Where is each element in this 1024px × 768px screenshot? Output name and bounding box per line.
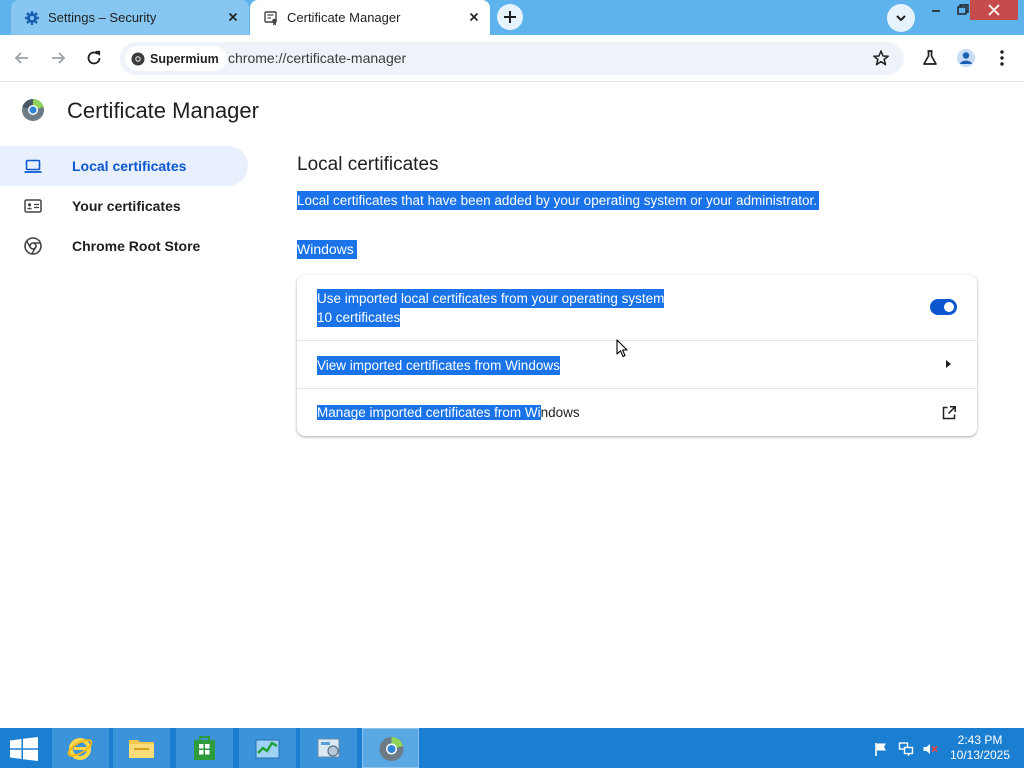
- open-external-icon[interactable]: [941, 405, 957, 421]
- row-label: Use imported local certificates from you…: [317, 289, 665, 308]
- sidebar-item-label: Your certificates: [72, 198, 181, 214]
- task-manager-icon: [255, 739, 280, 759]
- profile-avatar-icon[interactable]: [956, 48, 976, 68]
- internet-explorer-icon: [67, 738, 93, 760]
- gear-icon: [25, 11, 39, 25]
- tab-title: Certificate Manager: [287, 10, 401, 25]
- sidebar-item-label: Chrome Root Store: [72, 238, 201, 254]
- manage-windows-certificates-row[interactable]: Manage imported certificates from Window…: [297, 389, 977, 436]
- volume-muted-icon[interactable]: [922, 741, 938, 757]
- row-sublabel: 10 certificates: [317, 308, 401, 327]
- clock-date: 10/13/2025: [949, 748, 1011, 762]
- chrome-icon: [24, 237, 42, 255]
- taskbar-internet-explorer[interactable]: [52, 728, 109, 768]
- supermium-logo-icon: [131, 52, 145, 65]
- page-title: Certificate Manager: [67, 98, 259, 123]
- windows-start-icon[interactable]: [10, 737, 38, 761]
- site-info-chip[interactable]: Supermium: [125, 46, 227, 71]
- file-explorer-icon: [129, 740, 154, 758]
- supermium-icon: [379, 737, 404, 761]
- action-center-flag-icon[interactable]: [873, 741, 889, 757]
- forward-icon[interactable]: [48, 48, 68, 68]
- mouse-pointer-icon: [616, 339, 628, 358]
- plus-icon: [504, 11, 516, 23]
- row-label: Manage imported certificates from Window…: [317, 403, 580, 422]
- close-tab-icon[interactable]: [466, 9, 482, 25]
- tab-strip: Settings – Security Certificate Manager: [0, 0, 1024, 35]
- view-windows-certificates-row[interactable]: View imported certificates from Windows: [297, 341, 977, 389]
- row-label-rest: ndows: [540, 405, 580, 420]
- close-tab-icon[interactable]: [225, 9, 241, 25]
- tab-settings-security[interactable]: Settings – Security: [11, 0, 249, 35]
- bookmark-star-icon[interactable]: [872, 49, 890, 67]
- windows-taskbar: 2:43 PM 10/13/2025: [0, 728, 1024, 768]
- taskbar-supermium[interactable]: [362, 728, 419, 768]
- labs-flask-icon[interactable]: [920, 48, 940, 68]
- row-label-selected-part: Manage imported certificates from Wi: [317, 405, 541, 420]
- sidebar-item-local-certificates[interactable]: Local certificates: [0, 146, 248, 186]
- address-bar[interactable]: Supermium chrome://certificate-manager: [120, 42, 904, 75]
- tab-title: Settings – Security: [48, 10, 157, 25]
- taskbar-file-explorer[interactable]: [113, 728, 170, 768]
- store-icon: [194, 736, 215, 760]
- section-description: Local certificates that have been added …: [297, 191, 820, 210]
- subsection-title-windows: Windows: [297, 240, 357, 259]
- more-menu-icon[interactable]: [992, 48, 1012, 68]
- sidebar-item-label: Local certificates: [72, 158, 187, 174]
- sidebar-item-chrome-root-store[interactable]: Chrome Root Store: [0, 226, 248, 266]
- taskbar-task-manager[interactable]: [239, 728, 296, 768]
- sidebar-item-your-certificates[interactable]: Your certificates: [0, 186, 248, 226]
- supermium-logo-icon: [22, 99, 44, 121]
- laptop-icon: [24, 159, 42, 173]
- id-card-icon: [24, 199, 42, 213]
- certificate-icon: [264, 11, 277, 26]
- windows-certificates-card: Use imported local certificates from you…: [297, 275, 977, 436]
- clock-time: 2:43 PM: [957, 733, 1003, 747]
- arrow-right-icon: [946, 360, 951, 368]
- use-os-certificates-row[interactable]: Use imported local certificates from you…: [297, 275, 977, 341]
- browser-toolbar: Supermium chrome://certificate-manager: [0, 35, 1024, 82]
- system-clock[interactable]: 2:43 PM 10/13/2025: [945, 733, 1015, 763]
- reload-icon[interactable]: [84, 48, 104, 68]
- network-icon[interactable]: [898, 741, 914, 757]
- taskbar-control-panel[interactable]: [300, 728, 357, 768]
- taskbar-store[interactable]: [176, 728, 233, 768]
- toggle-knob: [944, 302, 954, 312]
- new-tab-button[interactable]: [497, 4, 523, 30]
- url-text[interactable]: chrome://certificate-manager: [228, 50, 406, 66]
- row-label: View imported certificates from Windows: [317, 356, 560, 375]
- tab-certificate-manager[interactable]: Certificate Manager: [250, 0, 490, 35]
- section-title: Local certificates: [297, 154, 439, 175]
- tab-search-button[interactable]: [887, 4, 915, 32]
- site-chip-label: Supermium: [150, 51, 219, 66]
- use-os-certificates-toggle[interactable]: [930, 299, 957, 315]
- back-icon[interactable]: [12, 48, 32, 68]
- close-window-button[interactable]: [970, 0, 1018, 20]
- close-icon: [988, 4, 1000, 16]
- chevron-down-icon: [896, 15, 906, 22]
- control-panel-icon: [317, 738, 340, 758]
- sidebar-nav: Local certificates Your certificates Chr…: [0, 146, 248, 266]
